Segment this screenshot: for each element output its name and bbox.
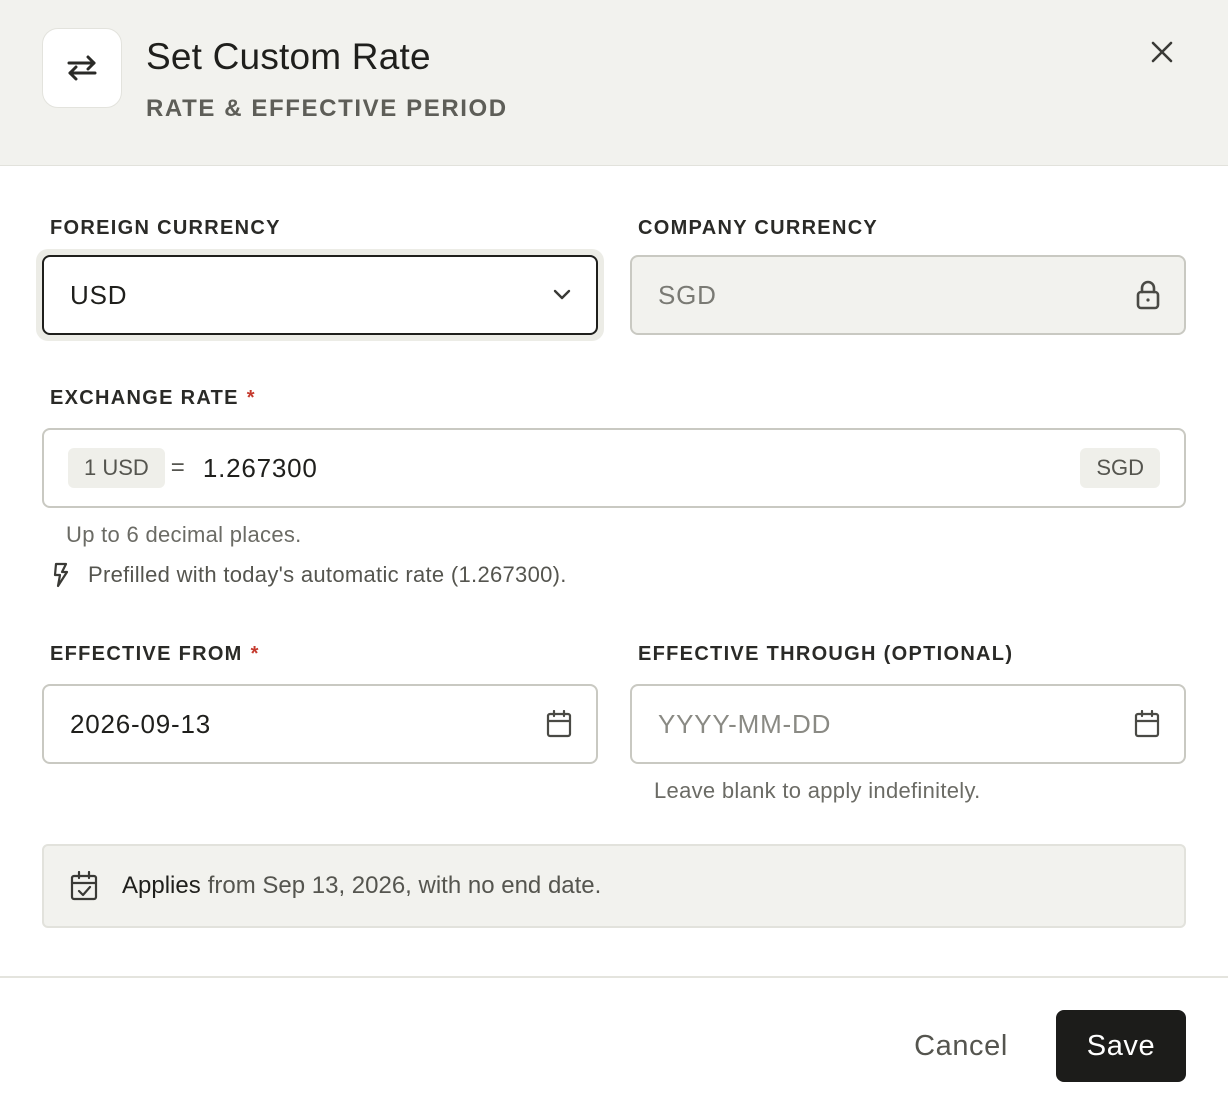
exchange-rate-input[interactable]: 1 USD = 1.267300 SGD xyxy=(42,428,1186,508)
effective-from-label-text: EFFECTIVE FROM xyxy=(50,643,243,665)
rate-quote-chip: SGD xyxy=(1080,448,1160,488)
foreign-currency-select[interactable]: USD xyxy=(42,255,598,335)
calendar-check-icon xyxy=(70,871,98,901)
rate-base-chip: 1 USD xyxy=(68,448,165,488)
dialog-subtitle: RATE & EFFECTIVE PERIOD xyxy=(146,95,508,122)
custom-rate-dialog: Set Custom Rate RATE & EFFECTIVE PERIOD … xyxy=(0,0,1228,1102)
effective-from-label: EFFECTIVE FROM * xyxy=(50,643,260,666)
prefill-note-text: Prefilled with today's automatic rate (1… xyxy=(88,562,567,587)
foreign-currency-label: FOREIGN CURRENCY xyxy=(50,217,281,239)
chevron-down-icon xyxy=(552,289,572,301)
equals-sign: = xyxy=(170,454,185,481)
prefill-note: Prefilled with today's automatic rate (1… xyxy=(52,562,567,588)
summary-strong: Applies xyxy=(122,872,201,899)
foreign-currency-value: USD xyxy=(70,279,128,310)
calendar-icon[interactable] xyxy=(1134,710,1160,738)
save-button[interactable]: Save xyxy=(1056,1010,1186,1082)
company-currency-value: SGD xyxy=(658,279,717,310)
exchange-arrows-icon xyxy=(42,28,122,108)
close-icon xyxy=(1151,41,1173,63)
effective-from-value: 2026-09-13 xyxy=(70,708,211,739)
effective-through-help: Leave blank to apply indefinitely. xyxy=(654,778,981,803)
lightning-icon xyxy=(52,562,74,588)
effective-through-input[interactable] xyxy=(632,694,1072,754)
calendar-icon[interactable] xyxy=(546,710,572,738)
exchange-rate-help: Up to 6 decimal places. xyxy=(66,522,302,547)
required-marker: * xyxy=(250,643,260,665)
cancel-button[interactable]: Cancel xyxy=(894,1010,1028,1082)
effective-through-field[interactable] xyxy=(630,684,1186,764)
company-currency-field: SGD xyxy=(630,255,1186,335)
dialog-title: Set Custom Rate xyxy=(146,36,431,77)
close-button[interactable] xyxy=(1140,30,1184,74)
footer-divider xyxy=(0,976,1228,978)
effective-through-label: EFFECTIVE THROUGH (OPTIONAL) xyxy=(638,643,1014,665)
exchange-rate-label-text: EXCHANGE RATE xyxy=(50,387,239,409)
required-marker: * xyxy=(246,387,256,409)
applies-summary: Applies from Sep 13, 2026, with no end d… xyxy=(42,844,1186,928)
exchange-rate-label: EXCHANGE RATE * xyxy=(50,387,256,410)
summary-text: from Sep 13, 2026, with no end date. xyxy=(207,872,602,899)
company-currency-label: COMPANY CURRENCY xyxy=(638,217,879,239)
effective-from-input[interactable]: 2026-09-13 xyxy=(42,684,598,764)
dialog-header: Set Custom Rate RATE & EFFECTIVE PERIOD xyxy=(0,0,1228,166)
lock-icon xyxy=(1136,280,1160,310)
exchange-rate-value: 1.267300 xyxy=(202,452,318,483)
